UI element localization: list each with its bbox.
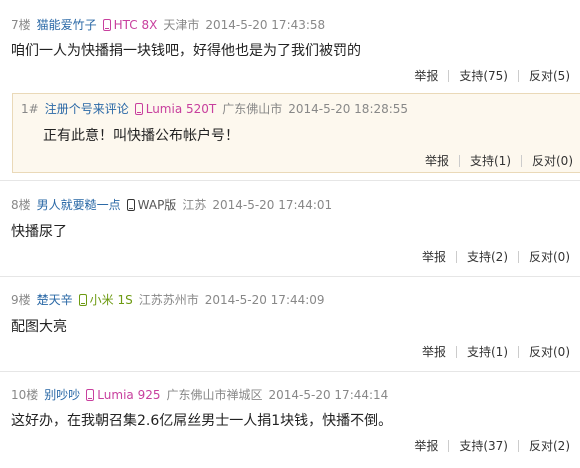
floor-number: 10楼 xyxy=(11,388,39,402)
support-button[interactable]: 支持(2) xyxy=(467,248,508,265)
username-link[interactable]: 猫能爱竹子 xyxy=(37,16,97,33)
report-button[interactable]: 举报 xyxy=(422,343,446,360)
location: 广东佛山市 xyxy=(222,102,283,116)
comment-text: 咱们一人为快播捐一块钱吧，好得他也是为了我们被罚的 xyxy=(11,43,361,59)
timestamp: 2014-5-20 17:44:01 xyxy=(212,197,333,212)
location: 江苏 xyxy=(182,198,207,212)
oppose-button[interactable]: 反对(0) xyxy=(529,248,570,265)
device-name: Lumia 925 xyxy=(97,387,161,402)
reply-text: 正有此意！叫快播公布帐户号！ xyxy=(43,128,239,144)
quoted-reply: 1# 注册个号来评论 Lumia 520T 广东佛山市 2014-5-20 18… xyxy=(12,93,580,173)
report-button[interactable]: 举报 xyxy=(414,437,438,454)
floor-number: 8楼 xyxy=(11,198,31,212)
comment-actions: 举报 支持(1) 反对(0) xyxy=(422,343,570,360)
comment-separator xyxy=(0,276,580,277)
location: 广东佛山市禅城区 xyxy=(166,388,263,402)
comment-meta: 8楼 男人就要糙一点 WAP版 江苏 2014-5-20 17:44:01 xyxy=(11,196,332,213)
reply-floor-number: 1# xyxy=(21,101,39,116)
report-button[interactable]: 举报 xyxy=(425,152,449,169)
phone-icon xyxy=(86,388,95,401)
device-name: Lumia 520T xyxy=(145,101,217,116)
location: 江苏苏州市 xyxy=(138,293,199,307)
comment-meta: 9楼 楚天辛 小米 1S 江苏苏州市 2014-5-20 17:44:09 xyxy=(11,291,325,308)
divider xyxy=(456,250,457,263)
phone-icon xyxy=(78,293,87,306)
comment-text: 快播尿了 xyxy=(11,224,67,240)
divider xyxy=(518,345,519,358)
phone-icon xyxy=(102,18,111,31)
report-button[interactable]: 举报 xyxy=(422,248,446,265)
divider xyxy=(518,439,519,452)
username-link[interactable]: 男人就要糙一点 xyxy=(37,196,121,213)
device-label: 小米 1S xyxy=(78,291,133,308)
phone-icon xyxy=(126,198,135,211)
device-label: Lumia 925 xyxy=(86,388,160,402)
phone-icon xyxy=(134,102,143,115)
oppose-button[interactable]: 反对(5) xyxy=(529,67,570,84)
username-link[interactable]: 别吵吵 xyxy=(44,386,80,403)
timestamp: 2014-5-20 18:28:55 xyxy=(288,101,409,116)
oppose-button[interactable]: 反对(0) xyxy=(532,152,573,169)
support-button[interactable]: 支持(1) xyxy=(467,343,508,360)
device-name: HTC 8X xyxy=(113,17,158,32)
device-label: WAP版 xyxy=(126,196,177,213)
divider xyxy=(518,250,519,263)
device-name: WAP版 xyxy=(137,198,177,212)
divider xyxy=(521,154,522,167)
oppose-button[interactable]: 反对(0) xyxy=(529,343,570,360)
floor-number: 9楼 xyxy=(11,293,31,307)
username-link[interactable]: 楚天辛 xyxy=(37,291,73,308)
comment-actions: 举报 支持(75) 反对(5) xyxy=(414,67,570,84)
reply-meta: 1# 注册个号来评论 Lumia 520T 广东佛山市 2014-5-20 18… xyxy=(21,100,408,117)
device-label: Lumia 520T xyxy=(134,101,217,116)
comment-actions: 举报 支持(37) 反对(2) xyxy=(414,437,570,454)
reply-username-link[interactable]: 注册个号来评论 xyxy=(45,100,129,117)
support-button[interactable]: 支持(1) xyxy=(470,152,511,169)
comment-text: 配图大亮 xyxy=(11,319,67,335)
report-button[interactable]: 举报 xyxy=(414,67,438,84)
divider xyxy=(448,69,450,82)
timestamp: 2014-5-20 17:43:58 xyxy=(205,17,326,32)
oppose-button[interactable]: 反对(2) xyxy=(529,437,570,454)
comment-meta: 10楼 别吵吵 Lumia 925 广东佛山市禅城区 2014-5-20 17:… xyxy=(11,386,388,403)
device-name: 小米 1S xyxy=(89,293,133,307)
divider xyxy=(518,69,519,82)
divider xyxy=(459,154,460,167)
comment-separator xyxy=(0,371,580,372)
comment-text: 这好办，在我朝召集2.6亿屌丝男士一人捐1块钱，快播不倒。 xyxy=(11,413,393,429)
divider xyxy=(448,439,450,452)
divider xyxy=(456,345,457,358)
location: 天津市 xyxy=(163,18,200,32)
reply-actions: 举报 支持(1) 反对(0) xyxy=(425,152,573,169)
support-button[interactable]: 支持(75) xyxy=(459,67,508,84)
comment-actions: 举报 支持(2) 反对(0) xyxy=(422,248,570,265)
device-label: HTC 8X xyxy=(102,17,158,32)
timestamp: 2014-5-20 17:44:09 xyxy=(204,292,325,307)
comment-separator xyxy=(0,180,580,181)
floor-number: 7楼 xyxy=(11,18,31,32)
comment-meta: 7楼 猫能爱竹子 HTC 8X 天津市 2014-5-20 17:43:58 xyxy=(11,16,325,33)
timestamp: 2014-5-20 17:44:14 xyxy=(268,387,389,402)
support-button[interactable]: 支持(37) xyxy=(459,437,508,454)
